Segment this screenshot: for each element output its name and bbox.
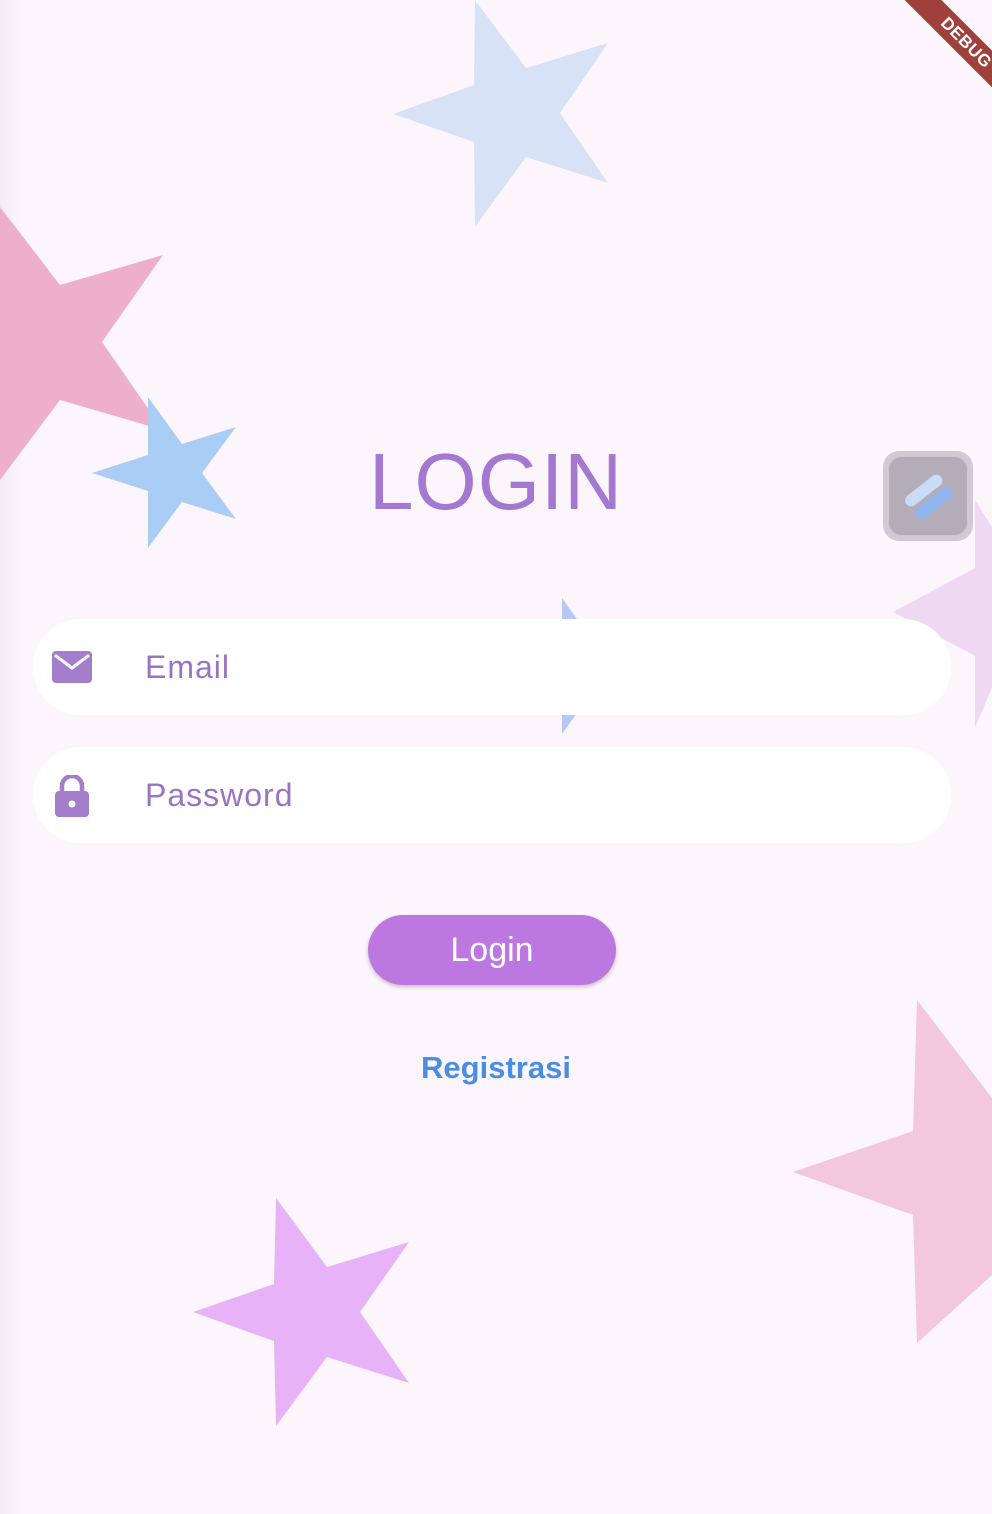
floating-tool-button[interactable] [883, 451, 973, 541]
login-screen: LOGIN Login Registrasi DEBUG [0, 0, 992, 1514]
floating-tool-inner [889, 457, 967, 535]
page-title: LOGIN [369, 437, 623, 526]
decor-star-bottom-pink [193, 1198, 409, 1426]
decor-star-top [393, 0, 608, 227]
debug-banner: DEBUG [862, 0, 992, 130]
password-input[interactable] [145, 747, 925, 843]
email-input[interactable] [145, 619, 925, 715]
register-link[interactable]: Registrasi [0, 1048, 992, 1088]
debug-banner-label: DEBUG [893, 0, 992, 116]
login-button[interactable]: Login [368, 915, 616, 985]
flash-tool-icon [905, 474, 953, 519]
lock-icon [55, 775, 89, 817]
email-field-container [33, 619, 951, 715]
password-field-container [33, 747, 951, 843]
envelope-icon [52, 651, 92, 683]
